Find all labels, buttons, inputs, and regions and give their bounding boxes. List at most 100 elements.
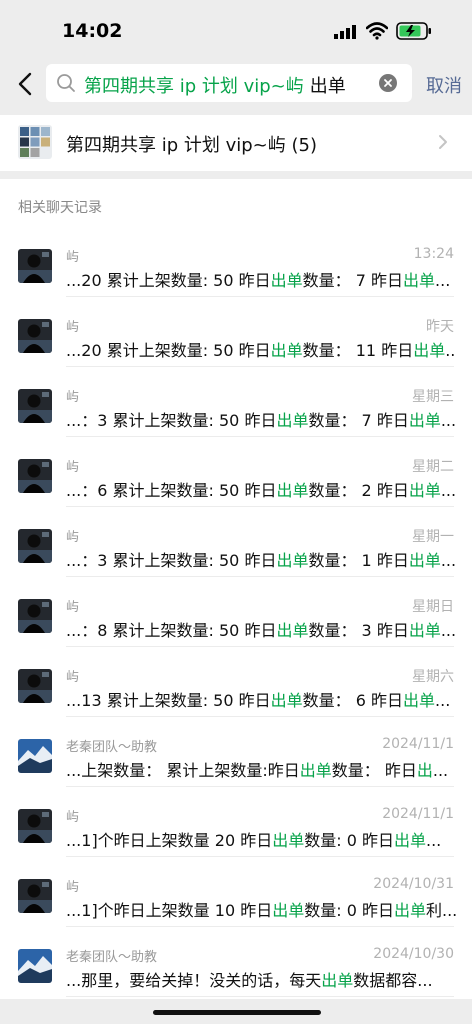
chat-time: 星期日 <box>412 599 454 615</box>
chat-list: 屿 13:24 ...20 累计上架数量: 50 昨日出单数量： 7 昨日出单...… <box>0 227 472 997</box>
snippet-text: ...1]个昨日上架数量 10 昨日 <box>66 901 273 920</box>
avatar <box>18 389 52 423</box>
snippet-keyword: 出单 <box>270 691 303 710</box>
snippet-text: ...20 累计上架数量: 50 昨日 <box>66 271 271 290</box>
group-name: 第四期共享 ip 计划 vip~屿 (5) <box>66 135 317 156</box>
chat-time: 星期六 <box>412 669 454 685</box>
group-avatar <box>18 125 52 159</box>
chat-result-item[interactable]: 屿星期二 ...：6 累计上架数量: 50 昨日出单数量： 2 昨日出单... <box>0 437 472 507</box>
search-input[interactable]: 第四期共享 ip 计划 vip~屿 出单 <box>46 64 412 102</box>
chat-sender: 屿 <box>66 460 80 475</box>
chat-result-item[interactable]: 屿 2024/10/31 ...1]个昨日上架数量 10 昨日出单数量: 0 昨日出… <box>0 857 472 927</box>
snippet-keyword: 出单 <box>393 901 426 920</box>
avatar <box>18 949 52 983</box>
snippet-keyword: 出单 <box>393 831 426 850</box>
chat-snippet: ...：8 累计上架数量: 50 昨日出单数量： 3 昨日出单... <box>66 617 456 641</box>
search-query-highlight: 第四期共享 ip 计划 vip~屿 <box>84 76 304 97</box>
snippet-text: ... <box>435 271 451 290</box>
snippet-text: ... <box>440 551 456 570</box>
snippet-keyword: 出单 <box>403 691 436 710</box>
search-query-plain: 出单 <box>309 76 346 97</box>
snippet-text: ...：6 累计上架数量: 50 昨日 <box>66 481 277 500</box>
snippet-text: 数据都容... <box>353 971 433 990</box>
snippet-text: ... <box>432 761 449 780</box>
snippet-keyword: 出单 <box>299 761 332 780</box>
snippet-keyword: 出单 <box>272 831 305 850</box>
chat-sender: 屿 <box>66 600 80 615</box>
cancel-button[interactable]: 取消 <box>426 72 462 98</box>
chat-snippet: ...上架数量： 累计上架数量:昨日出单数量： 昨日出... <box>66 757 456 781</box>
chat-time: 2024/11/1 <box>382 806 454 822</box>
search-icon <box>57 74 75 92</box>
avatar <box>18 809 52 843</box>
snippet-text: 数量： 2 昨日 <box>308 481 409 500</box>
group-result[interactable]: 第四期共享 ip 计划 vip~屿 (5) <box>0 115 472 171</box>
snippet-text: 利... <box>426 901 456 920</box>
divider <box>66 996 454 997</box>
chat-sender: 屿 <box>66 390 80 405</box>
chat-time: 昨天 <box>426 319 454 335</box>
snippet-keyword: 出 <box>416 761 433 780</box>
clear-icon[interactable] <box>379 74 397 92</box>
snippet-keyword: 出单 <box>413 341 446 360</box>
chat-time: 2024/10/30 <box>373 946 454 962</box>
battery-charging-icon <box>396 22 431 40</box>
snippet-text: ... <box>426 831 442 850</box>
snippet-keyword: 出单 <box>276 411 309 430</box>
snippet-text: ...20 累计上架数量: 50 昨日 <box>66 341 271 360</box>
snippet-text: ... <box>435 691 451 710</box>
snippet-text: ...1]个昨日上架数量 20 昨日 <box>66 831 273 850</box>
back-arrow-icon[interactable] <box>12 68 40 100</box>
chat-result-item[interactable]: 老秦团队～助教 2024/11/1 ...上架数量： 累计上架数量:昨日出单数量： … <box>0 717 472 787</box>
snippet-keyword: 出单 <box>408 551 441 570</box>
snippet-text: 数量: 0 昨日 <box>304 901 394 920</box>
chat-result-item[interactable]: 屿 星期日 ...：8 累计上架数量: 50 昨日出单数量： 3 昨日出单... <box>0 577 472 647</box>
chat-sender: 屿 <box>66 320 80 335</box>
chat-time: 星期三 <box>412 389 454 405</box>
chat-time: 星期一 <box>412 529 454 545</box>
avatar <box>18 529 52 563</box>
avatar <box>18 319 52 353</box>
snippet-text: ...那里，要给关掉！没关的话，每天 <box>66 971 322 990</box>
chat-result-item[interactable]: 屿星期一 ...：3 累计上架数量: 50 昨日出单数量： 1 昨日出单... <box>0 507 472 577</box>
snippet-keyword: 出单 <box>270 271 303 290</box>
snippet-keyword: 出单 <box>408 481 441 500</box>
snippet-keyword: 出单 <box>276 481 309 500</box>
chat-sender: 屿 <box>66 670 80 685</box>
snippet-text: 数量： 3 昨日 <box>308 621 409 640</box>
snippet-text: 数量： 7 昨日 <box>302 271 404 290</box>
snippet-keyword: 出单 <box>408 411 441 430</box>
snippet-keyword: 出单 <box>270 341 303 360</box>
chat-result-item[interactable]: 屿 2024/11/1 ...1]个昨日上架数量 20 昨日出单数量: 0 昨日出单… <box>0 787 472 857</box>
chat-sender: 老秦团队～助教 <box>66 740 158 755</box>
chat-sender: 屿 <box>66 530 80 545</box>
snippet-text: ...13 累计上架数量: 50 昨日 <box>66 691 271 710</box>
avatar <box>18 459 52 493</box>
chat-sender: 屿 <box>66 250 80 265</box>
chevron-right-icon <box>439 135 447 149</box>
chat-result-item[interactable]: 老秦团队～助教 2024/10/30 ...那里，要给关掉！没关的话，每天出单数据都… <box>0 927 472 997</box>
chat-time: 13:24 <box>413 246 454 262</box>
chat-time: 2024/11/1 <box>382 736 454 752</box>
snippet-text: ...：3 累计上架数量: 50 昨日 <box>66 411 277 430</box>
chat-result-item[interactable]: 屿星期六 ...13 累计上架数量: 50 昨日出单数量： 6 昨日出单... <box>0 647 472 717</box>
chat-sender: 老秦团队～助教 <box>66 950 158 965</box>
chat-result-item[interactable]: 屿星期三 ...：3 累计上架数量: 50 昨日出单数量： 7 昨日出单... <box>0 367 472 437</box>
snippet-text: ... <box>440 481 456 500</box>
chat-time: 2024/10/31 <box>373 876 454 892</box>
chat-result-item[interactable]: 屿 13:24 ...20 累计上架数量: 50 昨日出单数量： 7 昨日出单... <box>0 227 472 297</box>
status-bar: 14:02 <box>0 0 472 58</box>
snippet-text: ...：3 累计上架数量: 50 昨日 <box>66 551 277 570</box>
status-time: 14:02 <box>62 20 123 42</box>
chat-snippet: ...20 累计上架数量: 50 昨日出单数量： 7 昨日出单... <box>66 267 456 291</box>
search-query: 第四期共享 ip 计划 vip~屿 出单 <box>84 72 346 98</box>
chat-snippet: ...1]个昨日上架数量 10 昨日出单数量: 0 昨日出单利... <box>66 897 456 921</box>
snippet-text: 数量: 0 昨日 <box>304 831 394 850</box>
chat-snippet: ...那里，要给关掉！没关的话，每天出单数据都容... <box>66 967 456 991</box>
chat-result-item[interactable]: 屿昨天...20 累计上架数量: 50 昨日出单数量： 11 昨日出单... <box>0 297 472 367</box>
snippet-keyword: 出单 <box>408 621 441 640</box>
snippet-keyword: 出单 <box>276 551 309 570</box>
avatar <box>18 879 52 913</box>
chat-snippet: ...1]个昨日上架数量 20 昨日出单数量: 0 昨日出单... <box>66 827 456 851</box>
avatar <box>18 249 52 283</box>
